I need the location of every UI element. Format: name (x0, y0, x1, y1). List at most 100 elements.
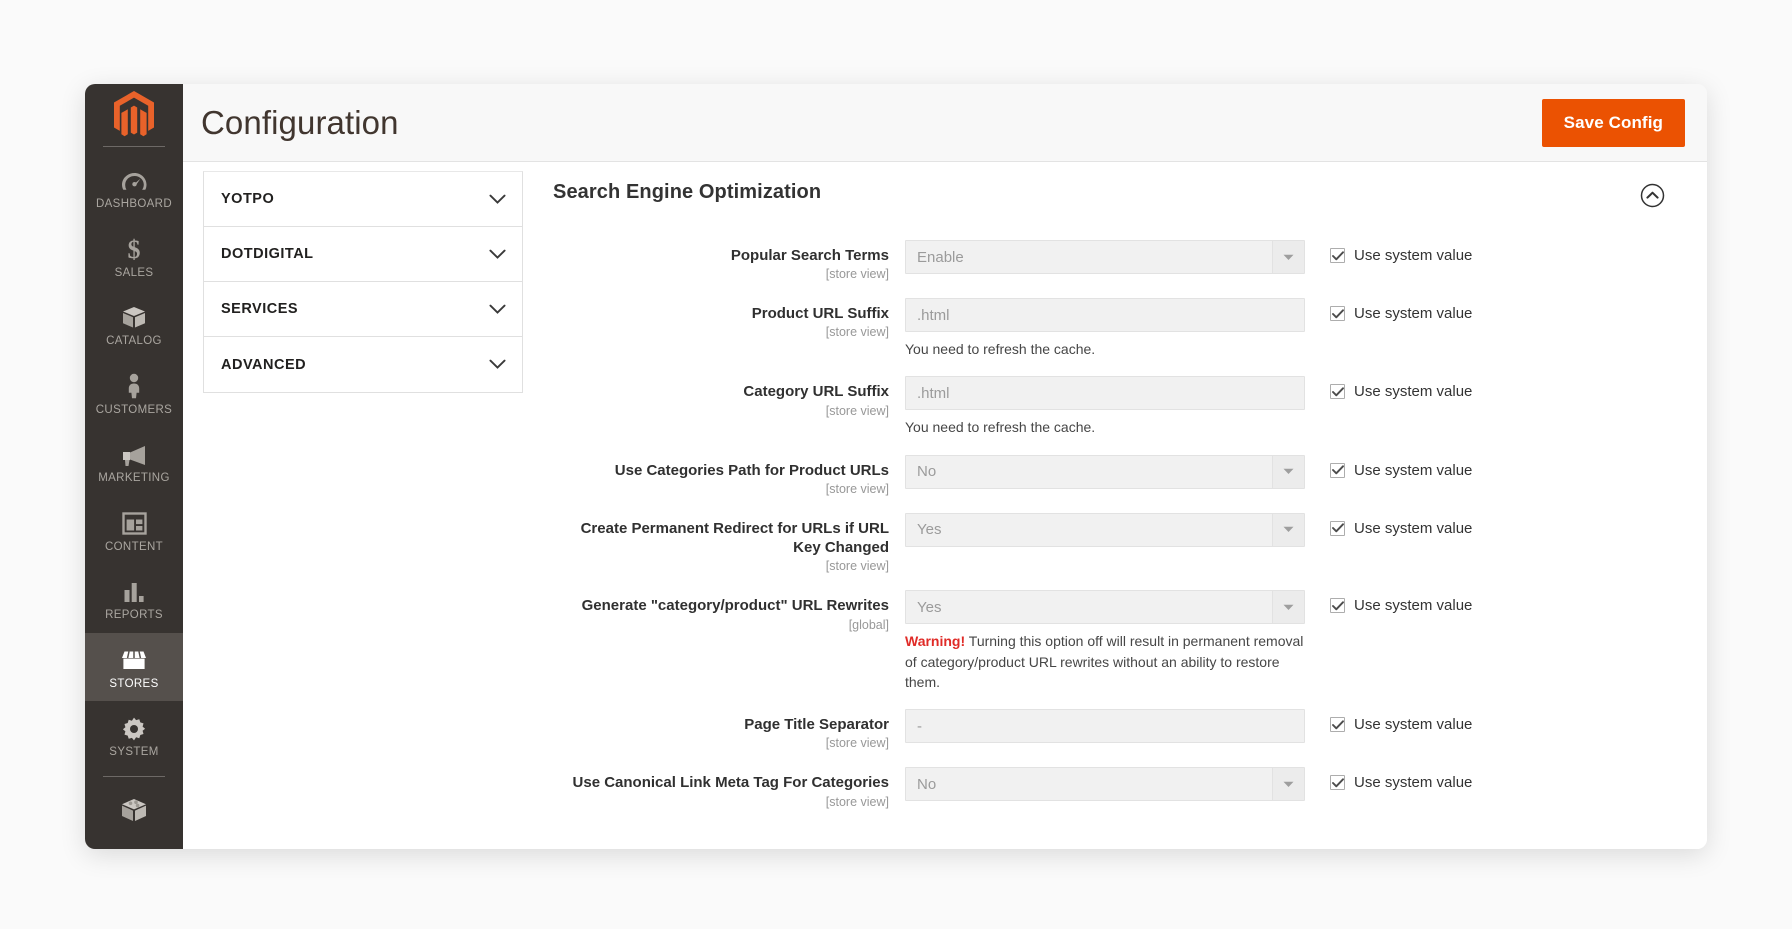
sidebar-item-label: CUSTOMERS (95, 403, 173, 416)
nav-section-label: YOTPO (221, 191, 275, 207)
save-config-button[interactable]: Save Config (1541, 98, 1685, 147)
field-value: No (917, 775, 937, 793)
use-system-value-checkbox[interactable]: Use system value (1305, 709, 1472, 733)
sidebar-item-catalog[interactable]: CATALOG (85, 290, 183, 359)
field-label-col: Generate "category/product" URL Rewrites… (553, 590, 905, 631)
field-label: Generate "category/product" URL Rewrites (581, 597, 889, 615)
field-control-col: .html You need to refresh the cache. (905, 298, 1305, 359)
field-value: Yes (917, 521, 942, 539)
store-icon (89, 647, 179, 674)
field-value: Yes (917, 598, 942, 616)
select-disabled[interactable]: Enable (905, 240, 1305, 274)
chevron-down-icon (489, 249, 506, 260)
dollar-icon: $ (89, 236, 179, 263)
magento-logo[interactable] (85, 84, 183, 146)
sidebar-item-label: DASHBOARD (96, 198, 172, 210)
text-input-disabled[interactable]: - (905, 709, 1305, 744)
check-icon (1331, 465, 1344, 475)
nav-section-services[interactable]: SERVICES (204, 282, 522, 337)
dashboard-icon (89, 167, 179, 194)
chevron-up-circle-icon[interactable] (1640, 183, 1665, 213)
sidebar-item-label: STORES (109, 677, 159, 690)
sidebar-item-reports[interactable]: REPORTS (85, 564, 183, 633)
use-system-value-checkbox[interactable]: Use system value (1305, 513, 1472, 537)
use-system-value-checkbox[interactable]: Use system value (1305, 455, 1472, 479)
field-control-col: No (905, 454, 1305, 489)
chevron-down-icon (1272, 768, 1304, 801)
sidebar-item-sales[interactable]: $ SALES (85, 222, 183, 291)
field-label-col: Use Categories Path for Product URLs [sto… (553, 455, 905, 496)
check-icon (1331, 250, 1344, 260)
chevron-down-icon (1272, 513, 1304, 546)
chevron-down-icon (489, 194, 506, 205)
chevron-down-icon (1272, 241, 1304, 273)
form-row: Popular Search Terms [store view] Enable Us… (553, 240, 1669, 281)
field-value: .html (917, 384, 950, 402)
use-system-value-checkbox[interactable]: Use system value (1305, 767, 1472, 791)
gear-icon (89, 715, 179, 742)
sidebar-item-content[interactable]: CONTENT (85, 496, 183, 565)
sidebar-item-dashboard[interactable]: DASHBOARD (85, 153, 183, 222)
form-row: Page Title Separator [store view] - Use sys… (553, 709, 1669, 750)
main-column: Configuration Save Config YOTPO DOTDIGIT… (183, 84, 1707, 849)
use-system-value-label: Use system value (1354, 774, 1473, 792)
field-control-col: No (905, 767, 1305, 802)
field-control-col: - (905, 709, 1305, 744)
sidebar-item-customers[interactable]: CUSTOMERS (85, 359, 183, 428)
sidebar-item-stores[interactable]: STORES (85, 632, 183, 701)
select-disabled[interactable]: Yes (905, 512, 1305, 547)
field-value: No (917, 463, 937, 481)
form-rows: Popular Search Terms [store view] Enable Us… (553, 240, 1669, 809)
sidebar-item-find-partners[interactable] (85, 783, 183, 840)
form-row: Use Canonical Link Meta Tag For Categori… (553, 767, 1669, 809)
page-header: Configuration Save Config (183, 84, 1707, 162)
field-label: Use Canonical Link Meta Tag For Categori… (572, 774, 889, 792)
text-input-disabled[interactable]: .html (905, 376, 1305, 411)
field-scope: [store view] (825, 267, 889, 282)
field-scope: [store view] (825, 403, 889, 418)
sidebar-item-system[interactable]: SYSTEM (85, 701, 183, 770)
megaphone-icon (89, 441, 179, 468)
use-system-value-label: Use system value (1354, 305, 1473, 323)
use-system-value-label: Use system value (1354, 247, 1473, 264)
nav-section-advanced[interactable]: ADVANCED (204, 337, 522, 392)
nav-section-dotdigital[interactable]: DOTDIGITAL (204, 227, 522, 282)
person-icon (89, 373, 179, 400)
chevron-down-icon (1272, 591, 1304, 624)
field-label-col: Use Canonical Link Meta Tag For Categori… (553, 767, 905, 808)
text-input-disabled[interactable]: .html (905, 298, 1305, 333)
admin-window: DASHBOARD $ SALES CATALOG CUSTOMERS MARK… (85, 84, 1707, 849)
form-row: Product URL Suffix [store view] .html You n… (553, 298, 1669, 359)
nav-section-yotpo[interactable]: YOTPO (204, 172, 522, 227)
use-system-value-label: Use system value (1354, 597, 1473, 615)
layout-icon (89, 510, 179, 537)
extension-block-icon (89, 797, 179, 824)
config-nav-list: YOTPO DOTDIGITAL SERVICES ADVANCED (203, 171, 523, 393)
sidebar-item-label: SYSTEM (109, 746, 159, 758)
field-label: Page Title Separator (744, 716, 889, 734)
checkbox-box (1330, 248, 1345, 263)
field-scope: [global] (848, 617, 889, 632)
sidebar-item-label: SALES (114, 266, 154, 279)
field-label-col: Category URL Suffix [store view] (553, 376, 905, 417)
use-system-value-checkbox[interactable]: Use system value (1305, 298, 1472, 322)
select-disabled[interactable]: Yes (905, 590, 1305, 625)
use-system-value-checkbox[interactable]: Use system value (1305, 240, 1472, 264)
sidebar-item-marketing[interactable]: MARKETING (85, 427, 183, 496)
use-system-value-label: Use system value (1354, 519, 1473, 537)
select-disabled[interactable]: No (905, 767, 1305, 802)
config-content: Search Engine Optimization Popular Searc… (523, 162, 1707, 849)
check-icon (1331, 309, 1344, 318)
use-system-value-checkbox[interactable]: Use system value (1305, 590, 1472, 614)
field-scope: [store view] (825, 481, 889, 496)
form-row: Generate "category/product" URL Rewrites… (553, 590, 1669, 692)
check-icon (1331, 601, 1344, 611)
select-disabled[interactable]: No (905, 454, 1305, 489)
nav-section-label: ADVANCED (221, 356, 307, 373)
note-text: Turning this option off will result in p… (905, 633, 1304, 690)
check-icon (1331, 778, 1344, 788)
note-text: You need to refresh the cache. (905, 341, 1096, 358)
field-scope: [store view] (825, 794, 889, 809)
use-system-value-checkbox[interactable]: Use system value (1305, 376, 1472, 400)
check-icon (1331, 720, 1344, 729)
